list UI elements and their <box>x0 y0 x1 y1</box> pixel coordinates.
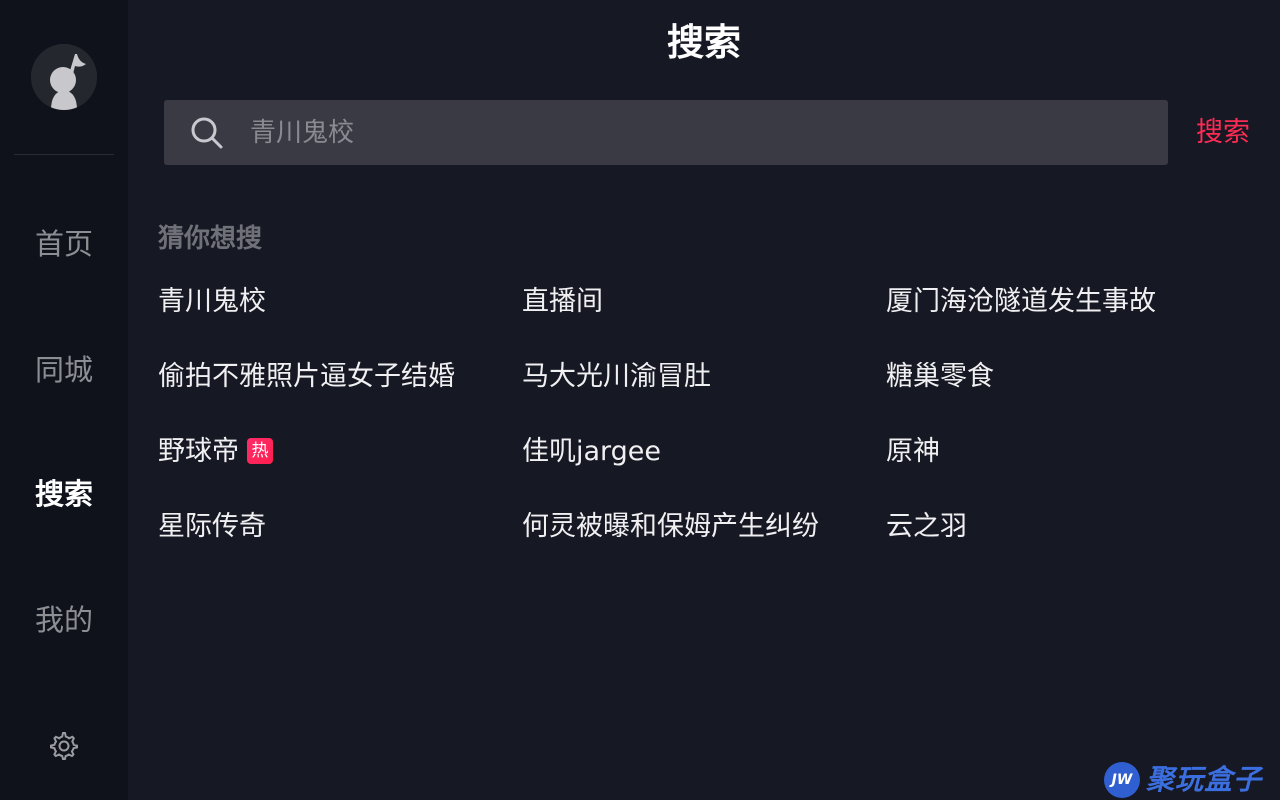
suggestion-item[interactable]: 原神 <box>886 433 940 471</box>
suggestion-item[interactable]: 偷拍不雅照片逼女子结婚 <box>158 358 455 396</box>
suggestion-item-hot[interactable]: 野球帝热 <box>158 433 273 471</box>
suggestion-item[interactable]: 云之羽 <box>886 508 967 546</box>
suggestion-item[interactable]: 直播间 <box>522 283 603 321</box>
sidebar-item-me[interactable]: 我的 <box>0 600 128 640</box>
sidebar-divider <box>14 154 114 155</box>
avatar[interactable] <box>31 44 97 110</box>
search-input[interactable] <box>250 100 1130 165</box>
sidebar: 首页 同城 搜索 我的 <box>0 0 128 800</box>
suggestion-item[interactable]: 佳叽jargee <box>522 433 661 471</box>
sidebar-item-home[interactable]: 首页 <box>0 224 128 264</box>
hot-badge: 热 <box>247 438 273 464</box>
watermark-logo: JW 聚玩盒子 <box>1104 760 1280 800</box>
suggestion-item[interactable]: 马大光川渝冒肚 <box>522 358 711 396</box>
search-box[interactable] <box>164 100 1168 165</box>
search-icon <box>190 116 224 150</box>
suggestion-item[interactable]: 糖巢零食 <box>886 358 994 396</box>
watermark-badge: JW <box>1104 762 1140 798</box>
suggestion-text: 野球帝 <box>158 436 239 467</box>
gear-icon[interactable] <box>48 730 80 762</box>
watermark-text: 聚玩盒子 <box>1146 763 1263 796</box>
suggestion-item[interactable]: 厦门海沧隧道发生事故 <box>886 283 1156 321</box>
sidebar-item-local[interactable]: 同城 <box>0 350 128 390</box>
search-button[interactable]: 搜索 <box>1196 112 1256 154</box>
app-root: 首页 同城 搜索 我的 搜索 搜索 猜你想搜 青川鬼 <box>0 0 1280 800</box>
page-title: 搜索 <box>667 21 741 64</box>
sidebar-item-search[interactable]: 搜索 <box>0 474 128 514</box>
user-avatar-icon <box>31 44 97 110</box>
suggestion-item[interactable]: 何灵被曝和保姆产生纠纷 <box>522 508 819 546</box>
suggestion-item[interactable]: 青川鬼校 <box>158 283 266 321</box>
suggestion-item[interactable]: 星际传奇 <box>158 508 266 546</box>
suggestions-heading: 猜你想搜 <box>158 224 263 254</box>
